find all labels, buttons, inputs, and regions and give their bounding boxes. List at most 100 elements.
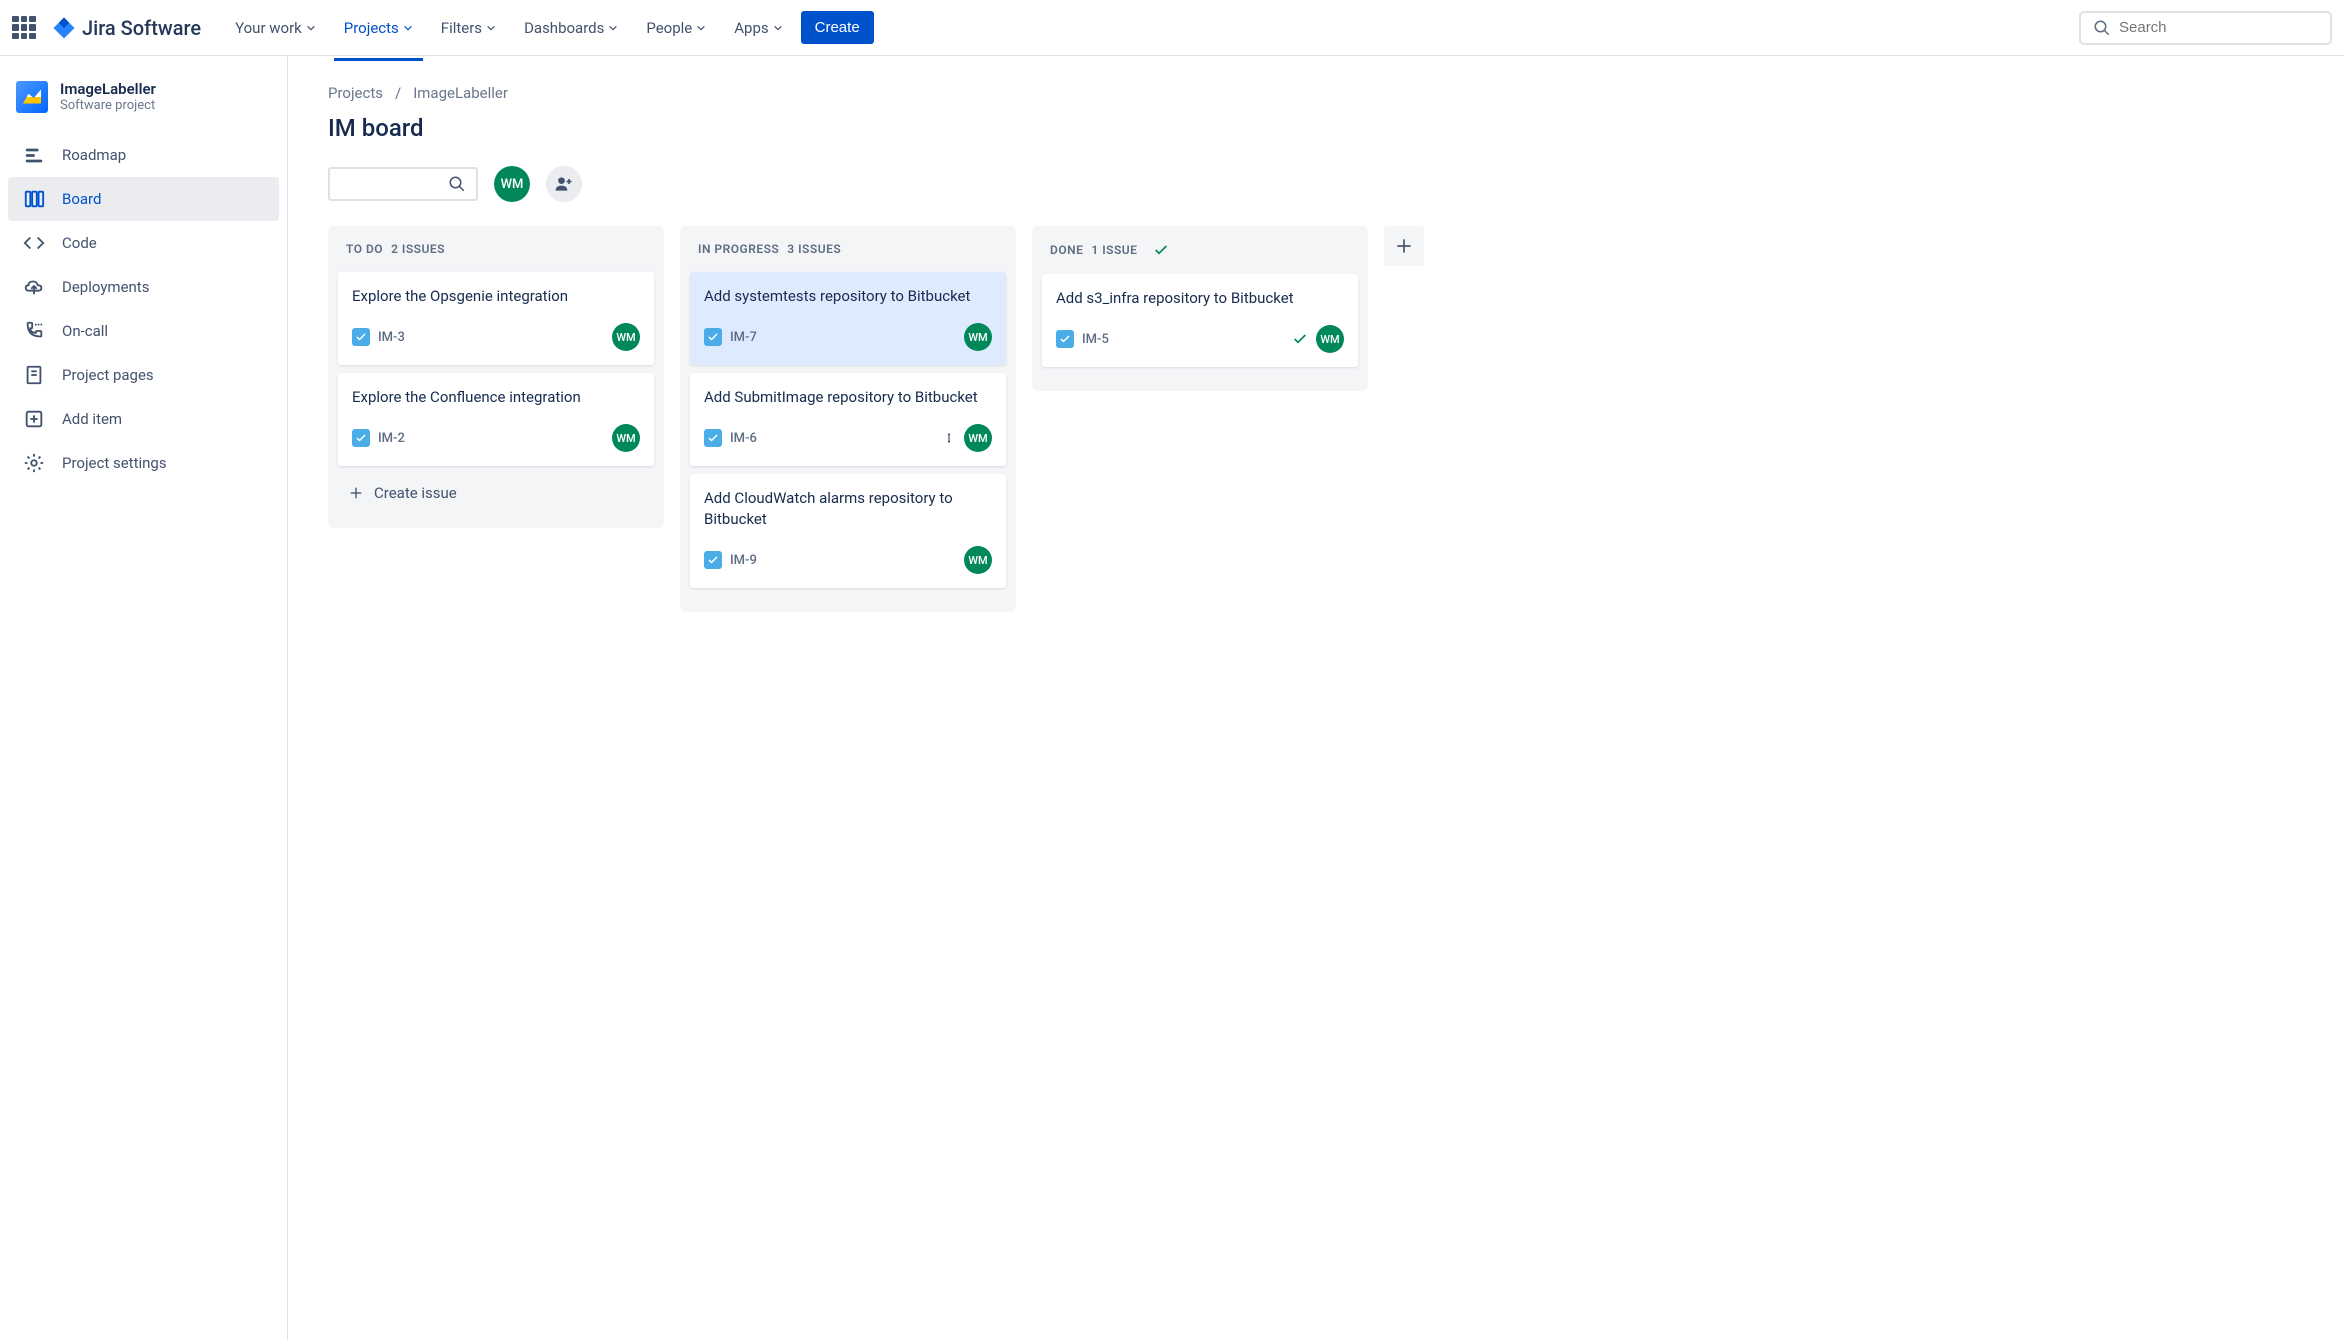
code-icon	[22, 231, 46, 255]
sidebar-item-label: Deployments	[62, 278, 149, 296]
sidebar-items: Roadmap Board Code Deployments On-call Projec…	[0, 133, 287, 485]
card-meta: IM-5	[1056, 330, 1109, 348]
nav-item-dashboards[interactable]: Dashboards	[514, 11, 628, 45]
plus-icon	[1394, 236, 1414, 256]
card-right: WM	[612, 323, 640, 351]
board-search-input[interactable]	[340, 177, 448, 192]
issue-card[interactable]: Add CloudWatch alarms repository to Bitb…	[690, 474, 1006, 588]
nav-item-projects[interactable]: Projects	[334, 11, 423, 45]
breadcrumb-root[interactable]: Projects	[328, 84, 383, 102]
breadcrumb: Projects / ImageLabeller	[328, 84, 2304, 102]
sidebar-item-project-pages[interactable]: Project pages	[8, 353, 279, 397]
issue-card[interactable]: Add SubmitImage repository to Bitbucket …	[690, 373, 1006, 466]
board-filters: WM	[328, 166, 2304, 202]
product-name: Jira Software	[82, 16, 201, 40]
add-column-button[interactable]	[1384, 226, 1424, 266]
card-title: Add systemtests repository to Bitbucket	[704, 286, 992, 307]
issue-key: IM-2	[378, 431, 405, 446]
nav-item-label: Your work	[235, 19, 302, 37]
card-meta: IM-2	[352, 429, 405, 447]
sidebar-item-deployments[interactable]: Deployments	[8, 265, 279, 309]
board-search[interactable]	[328, 167, 478, 201]
assignee-filter-avatar[interactable]: WM	[494, 166, 530, 202]
nav-item-people[interactable]: People	[636, 11, 716, 45]
sidebar-item-label: Code	[62, 234, 97, 252]
settings-icon	[22, 451, 46, 475]
card-footer: IM-7 WM	[704, 323, 992, 351]
global-search-input[interactable]	[2119, 19, 2318, 36]
search-icon	[448, 175, 466, 193]
card-right: WM	[964, 323, 992, 351]
assignee-avatar[interactable]: WM	[964, 546, 992, 574]
card-meta: IM-7	[704, 328, 757, 346]
breadcrumb-current[interactable]: ImageLabeller	[413, 84, 508, 102]
assignee-avatar[interactable]: WM	[964, 323, 992, 351]
sidebar-item-label: Project settings	[62, 454, 167, 472]
issue-card[interactable]: Explore the Opsgenie integration IM-3 WM	[338, 272, 654, 365]
create-issue-button[interactable]: Create issue	[338, 474, 654, 512]
issue-card[interactable]: Explore the Confluence integration IM-2 …	[338, 373, 654, 466]
nav-item-label: People	[646, 19, 692, 37]
create-button[interactable]: Create	[801, 11, 874, 44]
chevron-down-icon	[486, 23, 496, 33]
nav-item-label: Projects	[344, 19, 399, 37]
assignee-avatar[interactable]: WM	[612, 424, 640, 452]
create-issue-label: Create issue	[374, 484, 457, 502]
page-title: IM board	[328, 114, 2304, 142]
card-right: WM	[1292, 325, 1344, 353]
project-type: Software project	[60, 98, 156, 113]
add-icon	[22, 407, 46, 431]
assignee-avatar[interactable]: WM	[612, 323, 640, 351]
chevron-down-icon	[403, 23, 413, 33]
apps-switcher-icon[interactable]	[12, 16, 36, 40]
card-right: WM	[964, 546, 992, 574]
card-title: Add CloudWatch alarms repository to Bitb…	[704, 488, 992, 530]
project-header[interactable]: ImageLabeller Software project	[0, 80, 287, 133]
jira-logo-icon	[52, 16, 76, 40]
sidebar-item-label: On-call	[62, 322, 108, 340]
nav-item-label: Apps	[734, 19, 768, 37]
column-header[interactable]: TO DO 2 ISSUES	[338, 242, 654, 272]
sidebar-item-on-call[interactable]: On-call	[8, 309, 279, 353]
nav-item-your-work[interactable]: Your work	[225, 11, 326, 45]
sidebar-item-board[interactable]: Board	[8, 177, 279, 221]
assignee-avatar[interactable]: WM	[964, 424, 992, 452]
sidebar: ImageLabeller Software project Roadmap Bo…	[0, 56, 288, 1340]
card-footer: IM-9 WM	[704, 546, 992, 574]
nav-item-filters[interactable]: Filters	[431, 11, 506, 45]
add-people-button[interactable]	[546, 166, 582, 202]
product-logo[interactable]: Jira Software	[52, 16, 201, 40]
card-title: Add s3_infra repository to Bitbucket	[1056, 288, 1344, 309]
sidebar-item-add-item[interactable]: Add item	[8, 397, 279, 441]
nav-item-apps[interactable]: Apps	[724, 11, 792, 45]
card-meta: IM-3	[352, 328, 405, 346]
issue-key: IM-7	[730, 330, 757, 345]
card-title: Add SubmitImage repository to Bitbucket	[704, 387, 992, 408]
assignee-avatar[interactable]: WM	[1316, 325, 1344, 353]
nav-item-label: Filters	[441, 19, 482, 37]
deployments-icon	[22, 275, 46, 299]
roadmap-icon	[22, 143, 46, 167]
sidebar-item-project-settings[interactable]: Project settings	[8, 441, 279, 485]
issue-key: IM-6	[730, 431, 757, 446]
sidebar-item-code[interactable]: Code	[8, 221, 279, 265]
issue-card[interactable]: Add s3_infra repository to Bitbucket IM-…	[1042, 274, 1358, 367]
issue-card[interactable]: Add systemtests repository to Bitbucket …	[690, 272, 1006, 365]
main-content: Projects / ImageLabeller IM board WM TO …	[288, 56, 2344, 1340]
on-call-icon	[22, 319, 46, 343]
column-name: IN PROGRESS	[698, 242, 779, 256]
sidebar-item-label: Board	[62, 190, 101, 208]
board-icon	[22, 187, 46, 211]
done-check-icon	[1292, 331, 1308, 347]
column-header[interactable]: IN PROGRESS 3 ISSUES	[690, 242, 1006, 272]
chevron-down-icon	[773, 23, 783, 33]
board: TO DO 2 ISSUES Explore the Opsgenie inte…	[328, 226, 2304, 612]
global-search[interactable]	[2079, 11, 2332, 45]
add-person-icon	[554, 174, 574, 194]
task-type-icon	[704, 551, 722, 569]
card-meta: IM-6	[704, 429, 757, 447]
breadcrumb-separator: /	[395, 84, 401, 102]
column-header[interactable]: DONE 1 ISSUE	[1042, 242, 1358, 274]
nav-items: Your work Projects Filters Dashboards People…	[225, 11, 793, 45]
sidebar-item-roadmap[interactable]: Roadmap	[8, 133, 279, 177]
